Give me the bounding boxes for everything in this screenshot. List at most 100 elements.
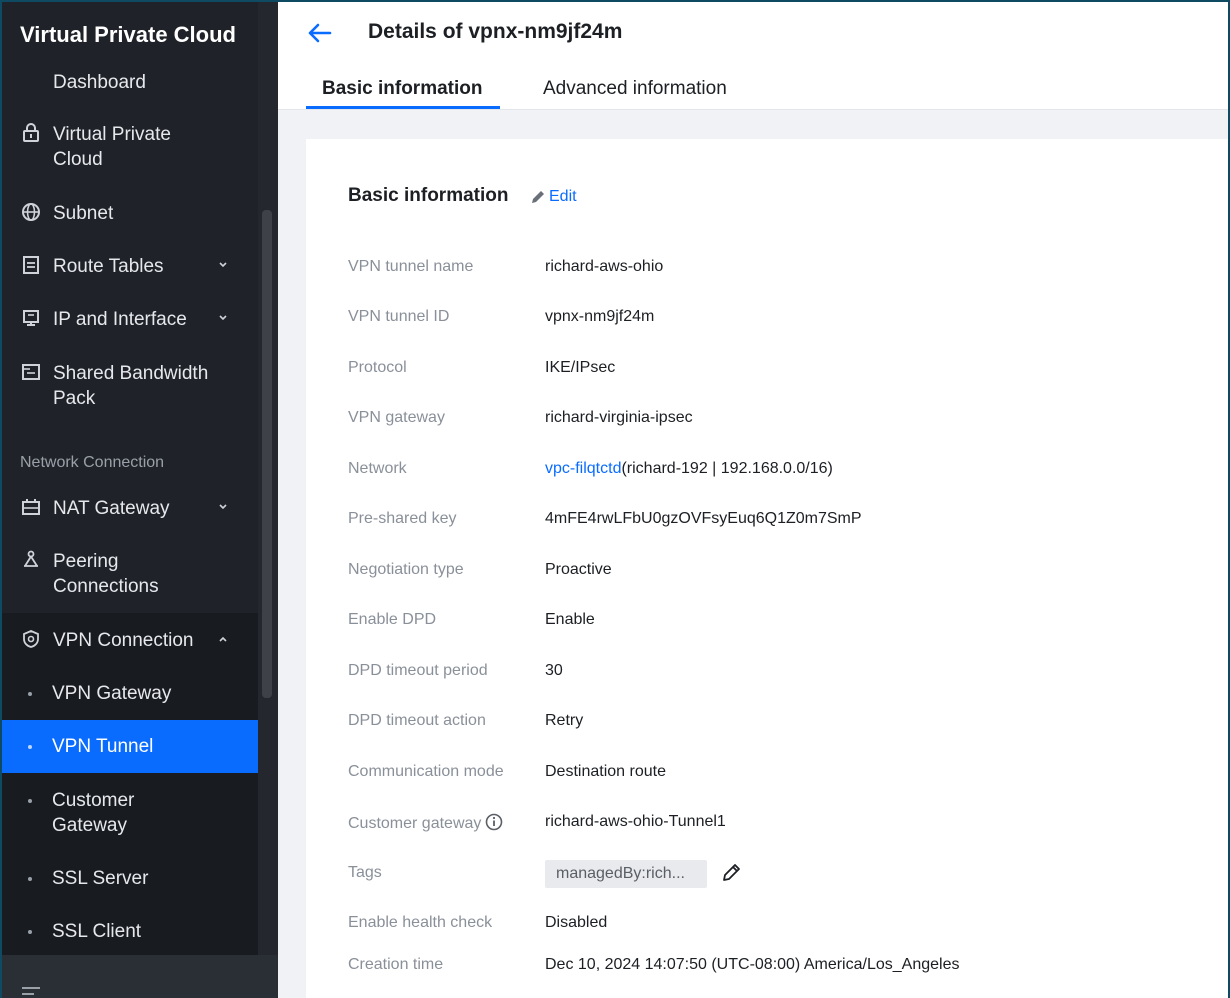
sidebar-subitem-customer-gateway[interactable]: Customer Gateway — [2, 788, 258, 840]
card-title: Basic information — [348, 185, 509, 206]
chevron-down-icon — [216, 307, 230, 329]
back-arrow-icon[interactable] — [306, 22, 332, 44]
peering-icon — [20, 549, 42, 571]
field-row: VPN tunnel ID vpnx-nm9jf24m — [348, 308, 1208, 332]
vpn-shield-icon — [20, 628, 42, 650]
sidebar-title: Virtual Private Cloud — [20, 22, 236, 47]
sidebar-item-label: Peering Connections — [53, 551, 159, 597]
field-label: Creation time — [348, 956, 444, 973]
tab-basic-information[interactable]: Basic information — [322, 78, 482, 100]
bullet-dot — [28, 799, 32, 803]
sidebar: Virtual Private Cloud Dashboard Virtual … — [2, 2, 278, 998]
chevron-down-icon — [216, 254, 230, 276]
globe-icon — [20, 201, 42, 223]
active-tab-indicator — [306, 106, 500, 109]
field-value: vpnx-nm9jf24m — [545, 308, 655, 325]
field-row: Communication mode Destination route — [348, 763, 1208, 787]
sidebar-subitem-label: Customer Gateway — [52, 790, 135, 836]
sidebar-subitem-vpn-tunnel[interactable]: VPN Tunnel — [2, 720, 258, 773]
nat-gateway-icon — [20, 496, 42, 518]
basic-info-card: Basic information Edit VPN tunnel name r… — [306, 139, 1228, 998]
tag-chip[interactable]: managedBy:rich... — [545, 860, 707, 888]
field-row: Network vpc-filqtctd(richard-192 | 192.1… — [348, 460, 1208, 484]
sidebar-scrollbar[interactable] — [262, 210, 272, 698]
field-value: richard-aws-ohio — [545, 258, 664, 275]
sidebar-subitem-label: VPN Tunnel — [52, 736, 154, 757]
tab-advanced-information[interactable]: Advanced information — [543, 78, 727, 100]
sidebar-item-vpc[interactable]: Virtual Private Cloud — [2, 122, 258, 174]
sidebar-item-label: Route Tables — [53, 256, 164, 277]
field-value: Enable — [545, 611, 595, 628]
main-content: Basic information Edit VPN tunnel name r… — [278, 110, 1228, 998]
sidebar-item-label: NAT Gateway — [53, 498, 170, 519]
field-label: Negotiation type — [348, 561, 464, 578]
sidebar-subitem-label: VPN Gateway — [52, 683, 172, 704]
info-icon[interactable] — [485, 813, 503, 831]
sidebar-item-peering-connections[interactable]: Peering Connections — [2, 549, 258, 601]
lock-icon — [20, 122, 42, 144]
field-row: VPN tunnel name richard-aws-ohio — [348, 258, 1208, 282]
field-label: Network — [348, 460, 407, 477]
field-label: DPD timeout period — [348, 662, 488, 679]
field-label: VPN tunnel ID — [348, 308, 450, 325]
monitor-icon — [20, 307, 42, 329]
field-label: Customer gateway — [348, 815, 482, 832]
field-row: Negotiation type Proactive — [348, 561, 1208, 585]
field-value: 4mFE4rwLFbU0gzOVFsyEuq6Q1Z0m7SmP — [545, 510, 862, 527]
pencil-icon — [532, 191, 544, 203]
sidebar-item-label: IP and Interface — [53, 309, 187, 330]
field-value: vpc-filqtctd(richard-192 | 192.168.0.0/1… — [545, 460, 833, 478]
field-row: Enable DPD Enable — [348, 611, 1208, 635]
field-value: IKE/IPsec — [545, 359, 616, 376]
edit-tags-pencil-icon[interactable] — [720, 862, 742, 884]
edit-label: Edit — [549, 188, 577, 205]
field-value: Proactive — [545, 561, 612, 578]
field-row: Enable health check Disabled — [348, 914, 1208, 938]
field-value: Dec 10, 2024 14:07:50 (UTC-08:00) Americ… — [545, 956, 960, 973]
page-title: Details of vpnx-nm9jf24m — [368, 20, 623, 43]
folder-icon — [20, 361, 42, 383]
field-label: Enable health check — [348, 914, 493, 931]
chevron-down-icon — [216, 496, 230, 518]
sidebar-subitem-label: SSL Server — [52, 868, 149, 889]
field-row: Creation time Dec 10, 2024 14:07:50 (UTC… — [348, 956, 1208, 980]
collapse-menu-icon[interactable] — [22, 987, 42, 997]
field-label: Communication mode — [348, 763, 504, 780]
vpn-submenu: VPN Connection VPN Gateway VPN Tunnel Cu… — [2, 613, 258, 955]
field-label: VPN gateway — [348, 409, 445, 426]
bullet-dot — [28, 930, 32, 934]
field-row: Tags managedBy:rich... — [348, 860, 1208, 888]
page-header: Details of vpnx-nm9jf24m Basic informati… — [278, 2, 1228, 110]
field-value: richard-aws-ohio-Tunnel1 — [545, 813, 726, 830]
document-icon — [20, 254, 42, 276]
bullet-dot — [28, 692, 32, 696]
edit-button[interactable]: Edit — [530, 188, 577, 206]
sidebar-item-label: Dashboard — [53, 72, 146, 93]
field-label: Enable DPD — [348, 611, 437, 628]
sidebar-item-shared-bandwidth-pack[interactable]: Shared Bandwidth Pack — [2, 361, 258, 413]
field-value: Destination route — [545, 763, 666, 780]
sidebar-footer — [2, 955, 278, 998]
field-row: DPD timeout period 30 — [348, 662, 1208, 686]
sidebar-subitem-label: SSL Client — [52, 921, 142, 942]
field-value: Disabled — [545, 914, 608, 931]
bullet-dot — [28, 877, 32, 881]
sidebar-item-dashboard[interactable]: Dashboard — [2, 70, 258, 94]
sidebar-item-label: VPN Connection — [53, 630, 194, 651]
network-detail: (richard-192 | 192.168.0.0/16) — [621, 460, 833, 477]
field-label: Tags — [348, 864, 382, 881]
sidebar-item-label: Virtual Private Cloud — [53, 124, 171, 170]
field-value: Retry — [545, 712, 584, 729]
sidebar-item-label: Subnet — [53, 203, 114, 224]
field-row: Customer gateway richard-aws-ohio-Tunnel… — [348, 813, 1208, 837]
field-row: DPD timeout action Retry — [348, 712, 1208, 736]
field-value: 30 — [545, 662, 563, 679]
bullet-dot — [28, 745, 32, 749]
vpc-link[interactable]: vpc-filqtctd — [545, 460, 621, 477]
field-value: richard-virginia-ipsec — [545, 409, 693, 426]
field-label: Protocol — [348, 359, 407, 376]
field-label-wrap: Customer gateway — [348, 813, 503, 833]
field-label: Pre-shared key — [348, 510, 457, 527]
sidebar-section-label: Network Connection — [20, 454, 165, 471]
sidebar-item-label: Shared Bandwidth Pack — [53, 363, 209, 409]
